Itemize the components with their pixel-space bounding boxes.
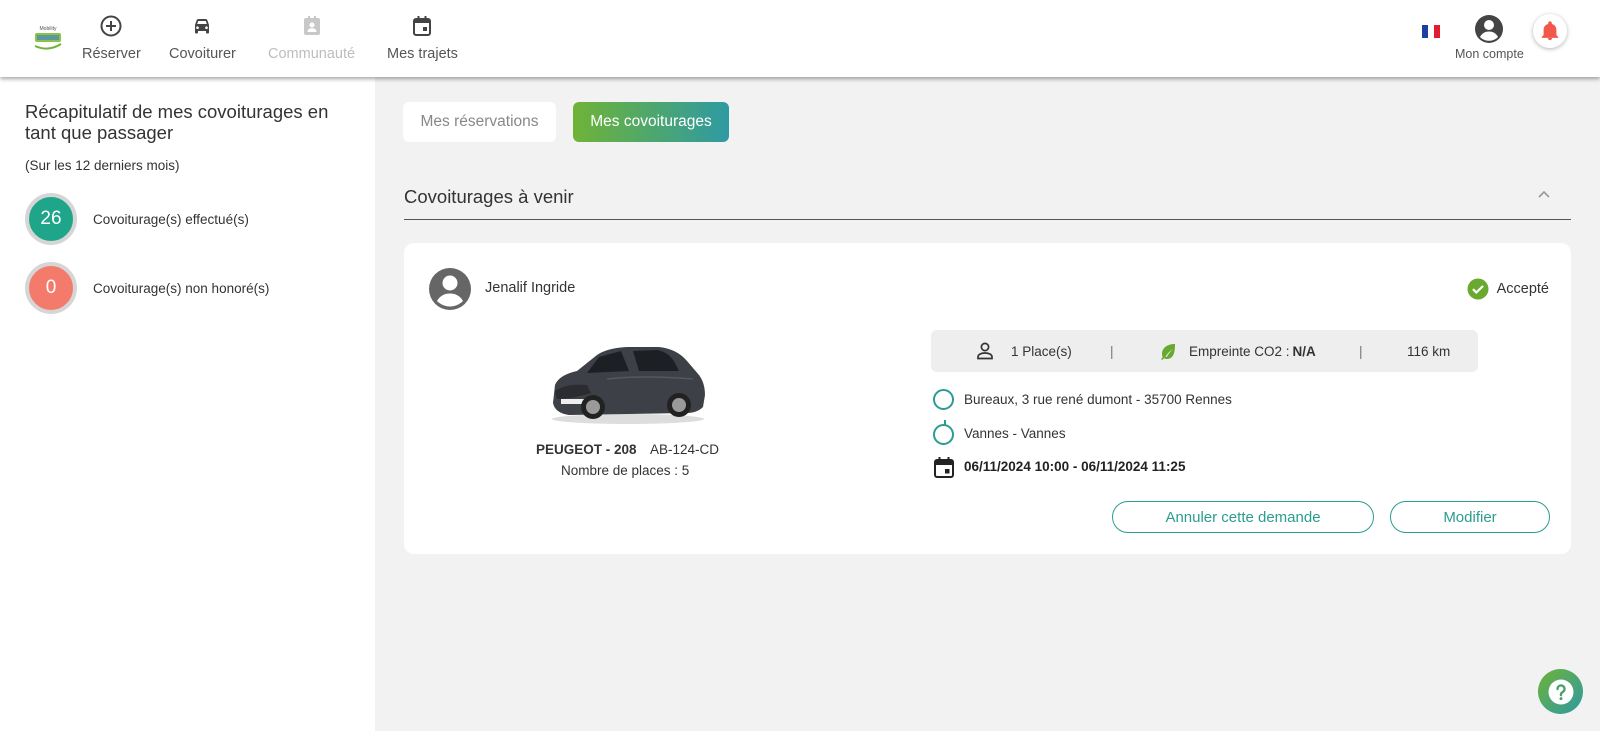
ride-card: Jenalif Ingride Accepté PEUGEOT - 208 AB… xyxy=(404,243,1571,554)
info-co2: Empreinte CO2 : N/A xyxy=(1189,330,1316,372)
svg-text:Mobility: Mobility xyxy=(40,26,57,32)
stat-missed-count: 0 xyxy=(25,262,77,314)
route-origin: Bureaux, 3 rue rené dumont - 35700 Renne… xyxy=(964,392,1232,407)
help-button[interactable] xyxy=(1538,669,1583,714)
top-navbar: Mobility Réserver Covoiturer Communauté xyxy=(0,0,1600,77)
plus-circle-icon xyxy=(100,15,122,37)
info-separator: | xyxy=(1359,343,1363,359)
edit-button[interactable]: Modifier xyxy=(1390,501,1550,533)
info-co2-value: N/A xyxy=(1292,343,1316,359)
nav-reserver[interactable]: Réserver xyxy=(82,14,141,62)
info-distance: 116 km xyxy=(1407,343,1451,359)
stat-completed: 26 Covoiturage(s) effectué(s) xyxy=(25,193,249,245)
route-origin-dot xyxy=(933,389,954,410)
cancel-request-button[interactable]: Annuler cette demande xyxy=(1112,501,1374,533)
calendar-icon xyxy=(413,16,432,36)
route-destination-dot xyxy=(933,424,954,445)
sidebar-title: Récapitulatif de mes covoiturages en tan… xyxy=(25,101,329,143)
tab-mes-reservations[interactable]: Mes réservations xyxy=(403,102,556,142)
account-menu[interactable]: Mon compte xyxy=(1455,14,1524,61)
sidebar-subtitle: (Sur les 12 derniers mois) xyxy=(25,158,180,173)
upcoming-section-header[interactable]: Covoiturages à venir xyxy=(404,180,1571,220)
nav-mes-trajets[interactable]: Mes trajets xyxy=(387,14,458,62)
bell-icon xyxy=(1541,21,1559,41)
nav-communaute-label: Communauté xyxy=(268,46,356,62)
calendar-icon xyxy=(934,457,954,478)
car-model: PEUGEOT - 208 xyxy=(536,442,637,457)
check-circle-icon xyxy=(1467,278,1489,300)
account-label: Mon compte xyxy=(1455,47,1524,61)
car-icon xyxy=(195,19,210,34)
app-logo[interactable]: Mobility xyxy=(33,24,63,52)
ride-datetime: 06/11/2024 10:00 - 06/11/2024 11:25 xyxy=(964,459,1186,474)
tab-mes-covoiturages[interactable]: Mes covoiturages xyxy=(573,102,729,142)
stat-missed-label: Covoiturage(s) non honoré(s) xyxy=(93,280,270,296)
nav-reserver-label: Réserver xyxy=(82,46,141,62)
summary-sidebar: Récapitulatif de mes covoiturages en tan… xyxy=(0,77,375,731)
status-badge: Accepté xyxy=(1467,278,1549,300)
language-flag-fr[interactable] xyxy=(1422,25,1440,38)
info-separator: | xyxy=(1110,343,1114,359)
notifications-button[interactable] xyxy=(1533,14,1567,48)
status-label: Accepté xyxy=(1496,281,1549,297)
stat-completed-label: Covoiturage(s) effectué(s) xyxy=(93,211,249,227)
person-icon xyxy=(977,342,993,360)
driver-avatar-icon xyxy=(429,268,471,310)
driver-name: Jenalif Ingride xyxy=(485,280,576,296)
stat-completed-count: 26 xyxy=(25,193,77,245)
nav-mes-trajets-label: Mes trajets xyxy=(387,46,458,62)
ride-info-bar: 1 Place(s) | Empreinte CO2 : N/A | 116 k… xyxy=(931,330,1478,372)
info-places: 1 Place(s) xyxy=(1011,343,1072,359)
car-image xyxy=(552,347,705,424)
car-seats: Nombre de places : 5 xyxy=(561,463,690,478)
leaf-icon xyxy=(1161,344,1176,360)
car-plate: AB-124-CD xyxy=(650,442,720,457)
route-destination: Vannes - Vannes xyxy=(964,426,1066,441)
stat-missed: 0 Covoiturage(s) non honoré(s) xyxy=(25,262,269,314)
nav-covoiturer-label: Covoiturer xyxy=(169,46,236,62)
chevron-up-icon[interactable] xyxy=(1537,189,1551,199)
nav-communaute[interactable]: Communauté xyxy=(268,14,355,62)
question-icon xyxy=(1548,679,1573,704)
info-co2-label: Empreinte CO2 : xyxy=(1189,343,1290,359)
section-title: Covoiturages à venir xyxy=(404,186,574,207)
account-icon xyxy=(1475,15,1504,43)
contact-icon xyxy=(303,16,320,35)
nav-covoiturer[interactable]: Covoiturer xyxy=(169,14,236,62)
